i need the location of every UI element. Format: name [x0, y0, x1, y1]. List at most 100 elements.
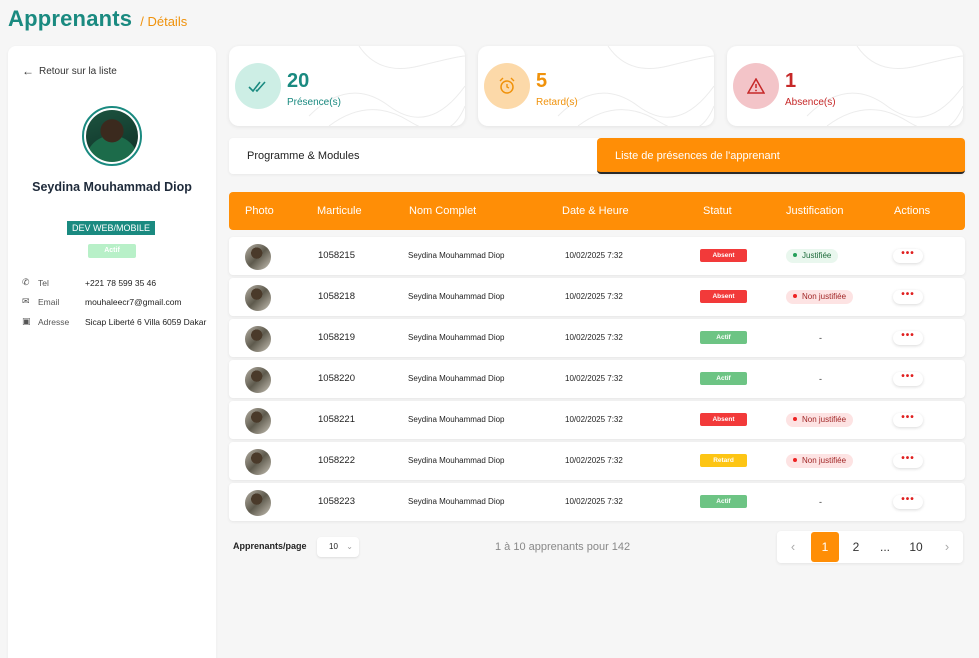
col-statut: Statut — [703, 205, 732, 217]
row-nom: Seydina Mouhammad Diop — [408, 497, 505, 506]
per-page-value: 10 — [329, 542, 338, 551]
col-date-heure: Date & Heure — [562, 205, 629, 217]
row-photo — [245, 285, 271, 311]
row-justification: - — [819, 497, 822, 507]
justification-label: Non justifiée — [802, 415, 847, 424]
chevron-left-icon[interactable]: ‹ — [783, 532, 803, 562]
table-row: 1058218 Seydina Mouhammad Diop 10/02/2025 … — [229, 278, 965, 316]
more-actions-button[interactable]: ••• — [893, 290, 923, 304]
row-date: 10/02/2025 7:32 — [565, 456, 623, 465]
row-nom: Seydina Mouhammad Diop — [408, 292, 505, 301]
status-dot-icon — [793, 293, 797, 298]
breadcrumb: / Détails — [140, 14, 188, 29]
tab-programme-modules[interactable]: Programme & Modules — [229, 138, 597, 174]
late-count: 5 — [536, 70, 548, 92]
more-actions-button[interactable]: ••• — [893, 495, 923, 509]
role-badge: DEV WEB/MOBILE — [67, 221, 156, 235]
row-date: 10/02/2025 7:32 — [565, 333, 623, 342]
row-photo — [245, 367, 271, 393]
arrow-left-icon: ← — [22, 64, 34, 78]
table-row: 1058215 Seydina Mouhammad Diop 10/02/2025 … — [229, 237, 965, 275]
info-phone: ✆ Tel +221 78 599 35 46 — [22, 277, 156, 288]
justification-badge: Justifiée — [786, 249, 839, 263]
row-date: 10/02/2025 7:32 — [565, 415, 623, 424]
row-date: 10/02/2025 7:32 — [565, 497, 623, 506]
row-matricule: 1058223 — [318, 496, 355, 507]
learner-name: Seydina Mouhammad Diop — [32, 180, 192, 194]
status-badge: Actif — [700, 495, 747, 508]
justification-badge: Non justifiée — [786, 454, 854, 468]
double-check-icon — [235, 63, 281, 109]
address-icon: ▣ — [22, 316, 31, 326]
info-value: +221 78 599 35 46 — [85, 277, 157, 288]
status-badge: Absent — [700, 290, 747, 303]
presence-card: 20 Présence(s) — [229, 46, 465, 126]
info-email: ✉ Email mouhaleecr7@gmail.com — [22, 296, 182, 307]
info-label: Tel — [38, 277, 49, 288]
row-nom: Seydina Mouhammad Diop — [408, 415, 505, 424]
row-date: 10/02/2025 7:32 — [565, 292, 623, 301]
row-matricule: 1058220 — [318, 373, 355, 384]
row-nom: Seydina Mouhammad Diop — [408, 251, 505, 260]
more-actions-button[interactable]: ••• — [893, 372, 923, 386]
row-nom: Seydina Mouhammad Diop — [408, 456, 505, 465]
row-nom: Seydina Mouhammad Diop — [408, 333, 505, 342]
row-photo — [245, 490, 271, 516]
row-photo — [245, 326, 271, 352]
justification-label: Non justifiée — [802, 456, 847, 465]
row-date: 10/02/2025 7:32 — [565, 251, 623, 260]
col-matricule: Marticule — [317, 205, 362, 217]
row-photo — [245, 449, 271, 475]
status-dot-icon — [793, 416, 797, 421]
pagination: ‹ 1 2 ... 10 › — [777, 531, 963, 563]
phone-icon: ✆ — [22, 277, 30, 287]
row-nom: Seydina Mouhammad Diop — [408, 374, 505, 383]
page-10[interactable]: 10 — [901, 532, 931, 562]
status-badge: Retard — [700, 454, 747, 467]
avatar-image — [86, 110, 138, 162]
row-matricule: 1058221 — [318, 414, 355, 425]
col-actions: Actions — [894, 205, 931, 217]
table-row: 1058223 Seydina Mouhammad Diop 10/02/2025 … — [229, 483, 965, 521]
justification-label: Non justifiée — [802, 292, 847, 301]
info-label: Adresse — [38, 316, 70, 327]
pagination-info: 1 à 10 apprenants pour 142 — [495, 541, 631, 553]
col-nom-complet: Nom Complet — [409, 205, 477, 217]
page-2[interactable]: 2 — [843, 532, 869, 562]
more-actions-button[interactable]: ••• — [893, 249, 923, 263]
email-icon: ✉ — [22, 296, 30, 306]
avatar — [82, 106, 142, 166]
late-card: 5 Retard(s) — [478, 46, 714, 126]
more-actions-button[interactable]: ••• — [893, 454, 923, 468]
row-justification: - — [819, 333, 822, 343]
info-value: mouhaleecr7@gmail.com — [85, 296, 182, 307]
absence-count: 1 — [785, 70, 797, 92]
status-dot-icon — [793, 457, 797, 462]
alarm-clock-icon — [484, 63, 530, 109]
status-badge: Actif — [700, 372, 747, 385]
chevron-right-icon[interactable]: › — [937, 532, 957, 562]
per-page-select[interactable]: 10 ⌄ — [317, 537, 359, 557]
page-header: Apprenants / Détails — [8, 6, 187, 36]
status-badge: Absent — [700, 249, 747, 262]
row-matricule: 1058222 — [318, 455, 355, 466]
page-1[interactable]: 1 — [811, 532, 839, 562]
status-badge: Actif — [700, 331, 747, 344]
back-to-list-link[interactable]: ← Retour sur la liste — [22, 64, 117, 78]
absence-label: Absence(s) — [785, 97, 836, 108]
chevron-down-icon: ⌄ — [346, 542, 353, 551]
info-address: ▣ Adresse Sicap Liberté 6 Villa 6059 Dak… — [22, 316, 206, 327]
info-label: Email — [38, 296, 60, 307]
table-row: 1058219 Seydina Mouhammad Diop 10/02/2025 … — [229, 319, 965, 357]
page-title: Apprenants — [8, 6, 133, 31]
tab-attendance-list[interactable]: Liste de présences de l'apprenant — [597, 138, 965, 174]
row-matricule: 1058215 — [318, 250, 355, 261]
more-actions-button[interactable]: ••• — [893, 413, 923, 427]
tab-bar: Programme & Modules Liste de présences d… — [229, 138, 965, 174]
status-badge: Actif — [88, 244, 136, 258]
back-label: Retour sur la liste — [39, 65, 117, 77]
more-actions-button[interactable]: ••• — [893, 331, 923, 345]
justification-label: Justifiée — [802, 251, 832, 260]
table-row: 1058221 Seydina Mouhammad Diop 10/02/2025 … — [229, 401, 965, 439]
justification-badge: Non justifiée — [786, 290, 854, 304]
